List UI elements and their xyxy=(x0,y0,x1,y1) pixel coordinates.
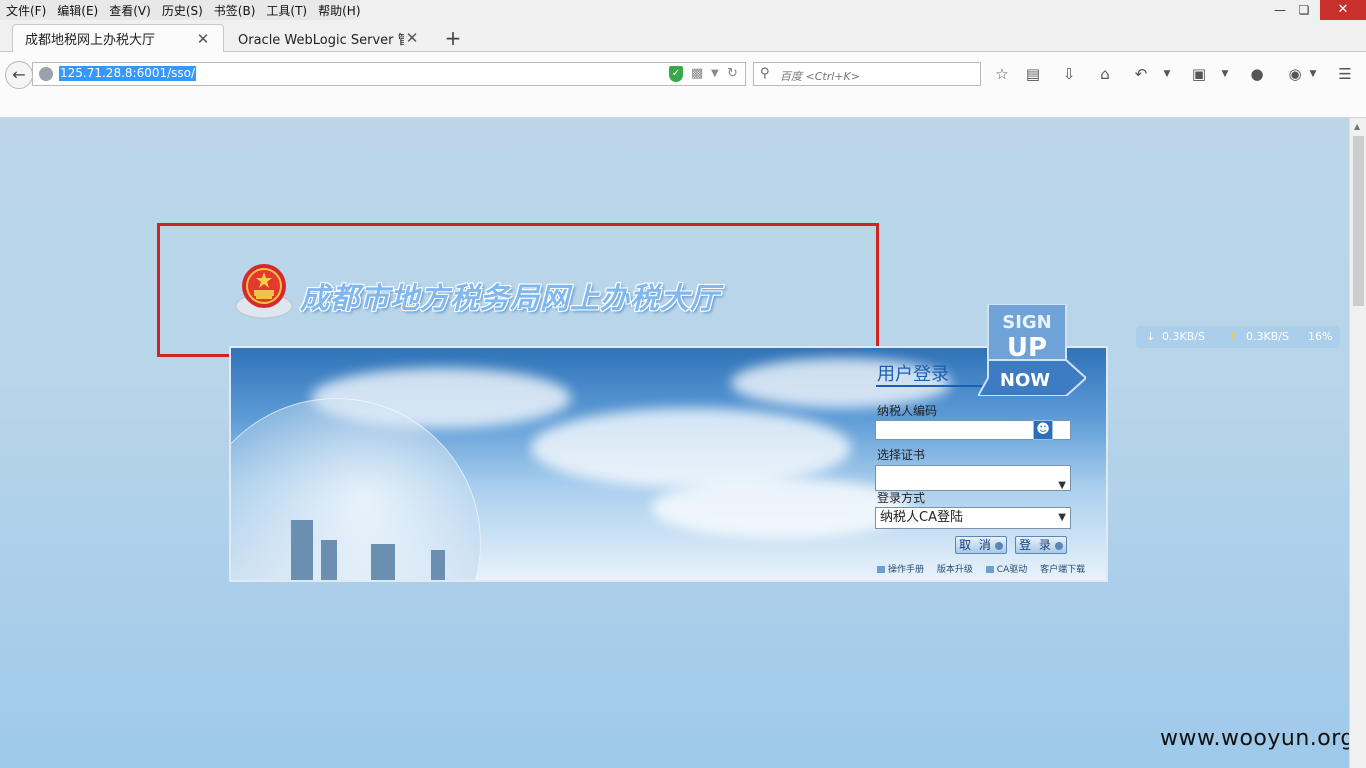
taxpayer-code-label: 纳税人编码 xyxy=(877,404,938,418)
upgrade-link-label: 版本升级 xyxy=(936,565,973,575)
dropdown-arrow-icon[interactable]: ▼ xyxy=(711,68,719,79)
upload-arrow-icon: ↑ xyxy=(1228,330,1238,343)
ca-driver-icon xyxy=(985,566,994,573)
page-viewport: 成都市地方税务局网上办税大厅 用户登录 纳税人编码 选择证书 ▼ 登录方式 纳税… xyxy=(0,118,1349,768)
reading-list-icon[interactable]: ▤ xyxy=(1022,64,1044,84)
download-icon[interactable]: ⇩ xyxy=(1058,64,1080,84)
tab-close-icon[interactable]: ✕ xyxy=(404,29,420,47)
button-dot-icon xyxy=(994,541,1003,550)
menu-items: 文件(F) 编辑(E) 查看(V) 历史(S) 书签(B) 工具(T) 帮助(H… xyxy=(0,0,361,20)
menu-file[interactable]: 文件(F) xyxy=(0,0,51,20)
national-emblem-icon xyxy=(235,264,293,319)
certificate-label: 选择证书 xyxy=(877,448,926,462)
site-title: 成都市地方税务局网上办税大厅 xyxy=(300,281,721,315)
certificate-select[interactable]: ▼ xyxy=(875,465,1071,491)
login-button[interactable]: 登 录 xyxy=(1015,536,1067,554)
cpu-usage: 16% xyxy=(1308,330,1333,343)
back-button[interactable]: ← xyxy=(5,61,33,89)
building xyxy=(431,550,445,580)
chevron-down-icon: ▼ xyxy=(1058,480,1066,491)
tab-weblogic[interactable]: Oracle WebLogic Server 管... ✕ xyxy=(226,24,432,52)
screenshot-dropdown-icon[interactable]: ▼ xyxy=(1214,64,1236,84)
screenshot-icon[interactable]: ▣ xyxy=(1188,64,1210,84)
menu-bar: 文件(F) 编辑(E) 查看(V) 历史(S) 书签(B) 工具(T) 帮助(H… xyxy=(0,0,1366,20)
addon-dropdown-icon[interactable]: ▼ xyxy=(1302,64,1324,84)
cloud xyxy=(651,478,911,538)
login-button-label: 登 录 xyxy=(1019,538,1053,552)
upgrade-link[interactable]: 版本升级 xyxy=(937,565,973,575)
menu-tools[interactable]: 工具(T) xyxy=(260,0,312,20)
new-tab-button[interactable]: + xyxy=(440,27,466,49)
chevron-down-icon: ▼ xyxy=(1058,512,1066,523)
search-bar[interactable]: ⚲ 百度 <Ctrl+K> xyxy=(753,62,981,86)
tab-title: Oracle WebLogic Server 管... xyxy=(238,32,404,48)
cloud xyxy=(531,408,851,488)
bookmark-bar xyxy=(0,94,1366,118)
menu-edit[interactable]: 编辑(E) xyxy=(51,0,103,20)
manual-link[interactable]: 操作手册 xyxy=(877,565,924,575)
sign-up-now-badge[interactable]: SIGN UP NOW xyxy=(978,304,1086,396)
home-icon[interactable]: ⌂ xyxy=(1094,64,1116,84)
cancel-button[interactable]: 取 消 xyxy=(955,536,1007,554)
signup-line1: SIGN xyxy=(1002,312,1052,333)
client-download-link-label: 客户端下载 xyxy=(1040,565,1086,575)
signup-line3: NOW xyxy=(1000,370,1050,391)
help-links: 操作手册 版本升级 CA驱动 客户端下载 xyxy=(877,562,1095,575)
reload-icon[interactable]: ↻ xyxy=(727,66,738,81)
search-placeholder: 百度 <Ctrl+K> xyxy=(780,70,860,83)
scroll-up-icon[interactable]: ▲ xyxy=(1354,122,1360,131)
login-method-value: 纳税人CA登陆 xyxy=(880,510,963,525)
login-method-select[interactable]: 纳税人CA登陆 ▼ xyxy=(875,507,1071,529)
hamburger-menu-icon[interactable]: ☰ xyxy=(1334,64,1356,84)
manual-icon xyxy=(877,566,885,573)
shield-check-icon[interactable]: ✓ xyxy=(669,66,683,82)
client-download-link[interactable]: 客户端下载 xyxy=(1040,565,1085,575)
nav-bar: ← 125.71.28.8:6001/sso/ ✓ ▩ ▼ ↻ ⚲ 百度 <Ct… xyxy=(0,52,1366,94)
tab-close-icon[interactable]: ✕ xyxy=(195,30,211,48)
download-arrow-icon: ↓ xyxy=(1146,330,1156,343)
login-method-label: 登录方式 xyxy=(877,491,926,505)
upload-speed: 0.3KB/S xyxy=(1246,330,1289,343)
download-speed: 0.3KB/S xyxy=(1162,330,1205,343)
menu-view[interactable]: 查看(V) xyxy=(103,0,156,20)
user-icon[interactable]: ☻ xyxy=(1033,420,1053,440)
url-text[interactable]: 125.71.28.8:6001/sso/ xyxy=(59,66,197,81)
building xyxy=(321,540,337,580)
login-title: 用户登录 xyxy=(877,364,949,385)
ca-driver-link-label: CA驱动 xyxy=(996,565,1028,575)
watermark: www.wooyun.org xyxy=(1160,726,1349,751)
menu-bookmarks[interactable]: 书签(B) xyxy=(208,0,261,20)
qr-code-icon[interactable]: ▩ xyxy=(691,66,703,81)
tab-title: 成都地税网上办税大厅 xyxy=(25,33,156,48)
building xyxy=(291,520,313,580)
close-window-button[interactable]: ✕ xyxy=(1320,0,1366,20)
restore-button[interactable]: ❏ xyxy=(1290,0,1318,20)
network-meter: ↓ 0.3KB/S ↑ 0.3KB/S 16% xyxy=(1136,326,1340,348)
bookmark-star-icon[interactable]: ☆ xyxy=(991,64,1013,84)
scrollbar-thumb[interactable] xyxy=(1353,136,1364,306)
menu-help[interactable]: 帮助(H) xyxy=(312,0,365,20)
search-icon: ⚲ xyxy=(760,66,770,81)
signup-line2: UP xyxy=(1007,333,1047,363)
vertical-scrollbar[interactable]: ▲ xyxy=(1349,118,1366,768)
cancel-button-label: 取 消 xyxy=(959,538,993,552)
tab-chengdu-tax[interactable]: 成都地税网上办税大厅 ✕ xyxy=(12,24,224,52)
building xyxy=(371,544,395,580)
url-bar[interactable]: 125.71.28.8:6001/sso/ ✓ ▩ ▼ ↻ xyxy=(32,62,746,86)
undo-icon[interactable]: ↶ xyxy=(1130,64,1152,84)
button-dot-icon xyxy=(1054,541,1063,550)
globe-icon xyxy=(39,67,53,81)
tab-strip: 成都地税网上办税大厅 ✕ Oracle WebLogic Server 管...… xyxy=(0,20,1366,52)
menu-history[interactable]: 历史(S) xyxy=(156,0,208,20)
undo-dropdown-icon[interactable]: ▼ xyxy=(1156,64,1178,84)
ca-driver-link[interactable]: CA驱动 xyxy=(985,565,1028,575)
manual-link-label: 操作手册 xyxy=(888,565,925,575)
chat-bubble-icon[interactable]: ● xyxy=(1246,64,1268,84)
